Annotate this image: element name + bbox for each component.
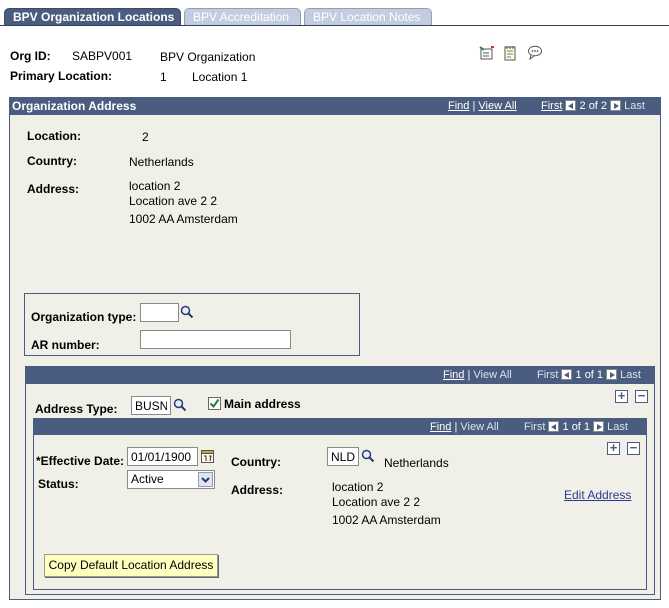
address-type-input[interactable] [131,396,171,415]
effective-date-section: Find | View All First 1 of 1 Last + − *E… [33,418,647,590]
comment-bubble-icon[interactable] [527,45,543,60]
tab-bpv-accreditation[interactable]: BPV Accreditation [184,8,301,25]
worklist-icon[interactable] [479,45,495,61]
main-address-checkbox[interactable] [208,397,221,410]
previous-arrow-icon[interactable] [548,421,560,432]
effective-address-line-2: Location ave 2 2 [332,495,421,509]
effective-date-nav-controls: Find | View All [430,419,499,436]
country-label: Country: [27,154,77,168]
organization-address-header: Organization Address Find | View All Fir… [10,98,660,115]
organization-type-label: Organization type: [31,310,137,324]
remove-address-type-button[interactable]: − [635,389,648,403]
address-type-header: Find | View All First 1 of 1 Last [26,367,654,384]
copy-default-location-address-button[interactable]: Copy Default Location Address [44,554,218,577]
ar-number-label: AR number: [31,338,100,352]
effective-date-last-label: Last [607,421,628,433]
address-type-section: Find | View All First 1 of 1 Last Addres… [25,366,655,595]
address-line-3: 1002 AA Amsterdam [129,212,238,226]
effective-date-input[interactable] [127,447,198,466]
address-line-1: location 2 [129,179,181,193]
country-value: Netherlands [129,155,194,169]
address-type-label: Address Type: [35,402,118,416]
previous-arrow-icon[interactable] [561,369,573,380]
primary-location-name: Location 1 [192,70,248,84]
next-arrow-icon[interactable] [593,421,605,432]
address-nav-controls: Find | View All [448,98,517,115]
country-code-label: Country: [231,455,281,469]
organization-type-lookup-icon[interactable] [180,305,194,319]
effective-date-find-link[interactable]: Find [430,421,451,433]
primary-location-number: 1 [160,70,167,84]
row-count: 2 of 2 [579,100,608,112]
remove-effective-row-button[interactable]: − [627,441,640,455]
address-type-first-label: First [537,369,559,381]
next-arrow-icon[interactable] [610,100,622,111]
address-type-find-link[interactable]: Find [443,369,464,381]
view-all-link[interactable]: View All [478,100,516,112]
add-effective-row-button[interactable]: + [607,441,620,455]
org-id-value: SABPV001 [72,49,133,63]
country-lookup-icon[interactable] [361,449,375,463]
address-type-nav-controls: Find | View All [443,367,512,384]
location-label: Location: [27,129,81,143]
effective-date-header: Find | View All First 1 of 1 Last [34,419,646,435]
status-selected-value: Active [131,472,164,486]
primary-location-label: Primary Location: [10,69,113,83]
effective-date-page-controls: First 1 of 1 Last [524,419,628,436]
last-label: Last [624,100,645,112]
nav-separator: | [454,421,458,433]
previous-arrow-icon[interactable] [565,100,577,111]
address-type-last-label: Last [620,369,641,381]
address-line-2: Location ave 2 2 [129,194,218,208]
organization-type-input[interactable] [140,303,179,322]
nav-separator: | [467,369,471,381]
effective-address-label: Address: [231,483,284,497]
country-code-input[interactable] [327,447,359,466]
effective-date-first-label: First [524,421,546,433]
effective-date-label: *Effective Date: [36,454,125,468]
organization-address-title: Organization Address [12,99,137,113]
main-address-label: Main address [224,397,301,411]
address-label: Address: [27,182,80,196]
effective-address-line-3: 1002 AA Amsterdam [332,513,441,527]
location-value: 2 [142,130,149,144]
nav-separator: | [472,100,476,112]
address-type-page-controls: First 1 of 1 Last [537,367,641,384]
organization-address-panel: Organization Address Find | View All Fir… [9,97,661,600]
first-link[interactable]: First [541,100,562,112]
tab-bpv-location-notes[interactable]: BPV Location Notes [304,8,432,25]
notepad-icon[interactable] [503,45,518,61]
address-type-lookup-icon[interactable] [173,398,187,412]
effective-date-view-all-label: View All [460,421,499,433]
ar-number-input[interactable] [140,330,291,349]
tab-underline [0,25,669,26]
tab-bpv-organization-locations[interactable]: BPV Organization Locations [4,8,181,26]
add-address-type-button[interactable]: + [615,389,628,403]
effective-date-row-count: 1 of 1 [562,421,591,433]
address-type-row-count: 1 of 1 [575,369,604,381]
address-page-controls: First 2 of 2 Last [541,98,645,115]
address-type-view-all-label: View All [473,369,512,381]
find-link[interactable]: Find [448,100,469,112]
country-name: Netherlands [384,456,449,470]
org-id-label: Org ID: [10,49,51,63]
chevron-down-icon[interactable] [198,472,213,487]
edit-address-link[interactable]: Edit Address [564,488,631,502]
status-dropdown[interactable]: Active [127,470,215,489]
calendar-icon[interactable] [201,449,214,463]
effective-address-line-1: location 2 [332,480,384,494]
next-arrow-icon[interactable] [606,369,618,380]
status-label: Status: [38,477,79,491]
organization-details-box: Organization type: AR number: [24,293,360,356]
org-name: BPV Organization [160,50,256,64]
